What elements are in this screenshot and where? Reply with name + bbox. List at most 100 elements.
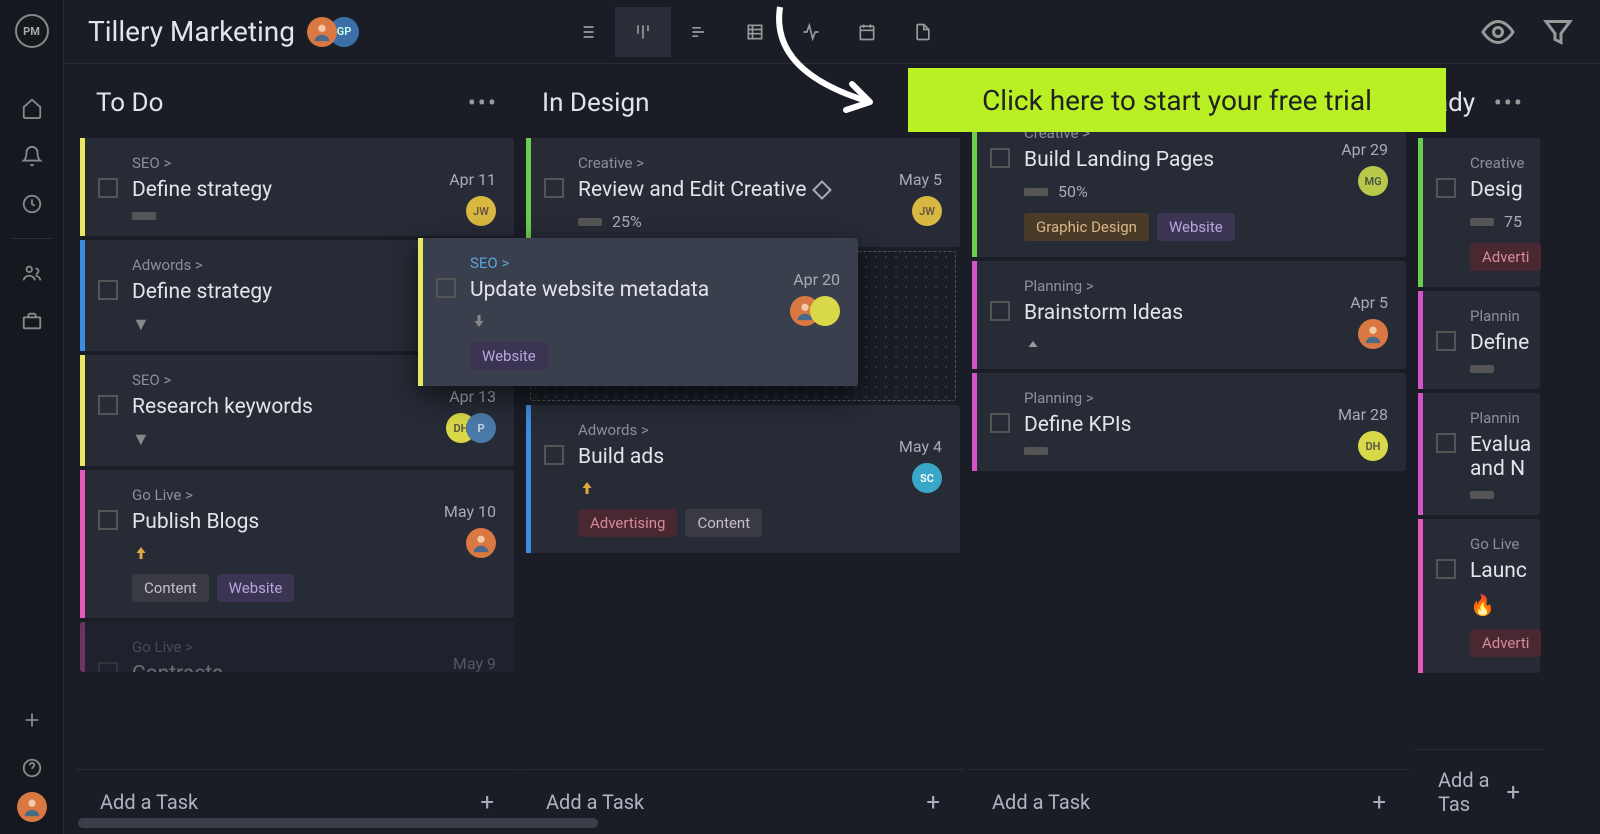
task-card[interactable]: Go Live > Contracts May 9	[80, 622, 514, 672]
checkbox[interactable]	[98, 280, 118, 300]
card-avatars: SC	[922, 463, 942, 493]
checkbox[interactable]	[544, 445, 564, 465]
view-activity-icon[interactable]	[783, 7, 839, 57]
card-title: Publish Blogs	[132, 510, 496, 534]
card-tags: Adverti	[1470, 243, 1522, 271]
task-card[interactable]: Plannin Evalua and N	[1418, 393, 1540, 515]
view-calendar-icon[interactable]	[839, 7, 895, 57]
card-date: Apr 20	[793, 270, 840, 289]
home-icon[interactable]	[0, 84, 64, 132]
add-task-button[interactable]: Add a Task+	[968, 769, 1410, 834]
progress-pct: 25%	[612, 212, 642, 231]
task-card[interactable]: Plannin Define	[1418, 291, 1540, 389]
checkbox[interactable]	[1436, 433, 1456, 453]
plus-icon: +	[1372, 788, 1386, 816]
cta-banner[interactable]: Click here to start your free trial	[908, 68, 1446, 132]
card-date: May 9	[453, 654, 496, 672]
tag: Advertising	[578, 509, 677, 537]
checkbox[interactable]	[990, 301, 1010, 321]
card-title: Update website metadata	[470, 278, 840, 302]
checkbox[interactable]	[990, 413, 1010, 433]
card-avatars: DHP	[456, 413, 496, 443]
horizontal-scrollbar[interactable]	[78, 818, 598, 828]
user-avatar[interactable]	[17, 792, 47, 822]
bell-icon[interactable]	[0, 132, 64, 180]
checkbox[interactable]	[98, 395, 118, 415]
help-icon[interactable]	[0, 744, 64, 792]
header-avatars[interactable]: GP	[315, 17, 359, 47]
card-tags: Advertising Content	[578, 509, 942, 537]
card-title: Evalua and N	[1470, 433, 1522, 481]
card-category: Plannin	[1470, 307, 1522, 325]
add-task-button[interactable]: Add a Tas+	[1414, 749, 1544, 834]
checkbox[interactable]	[990, 148, 1010, 168]
plus-icon[interactable]	[0, 696, 64, 744]
view-board-icon[interactable]	[615, 7, 671, 57]
checkbox[interactable]	[98, 510, 118, 530]
task-card[interactable]: Go Live Launc 🔥 Adverti	[1418, 519, 1540, 673]
progress-pct: 50%	[1058, 182, 1088, 201]
card-title: Launc	[1470, 559, 1522, 583]
checkbox[interactable]	[1436, 331, 1456, 351]
card-tags: Adverti	[1470, 629, 1522, 657]
task-card[interactable]: Go Live > Publish Blogs May 10 ContentWe…	[80, 470, 514, 618]
card-date: Apr 29	[1341, 140, 1388, 159]
card-category: Go Live >	[132, 638, 496, 656]
checkbox[interactable]	[544, 178, 564, 198]
checkbox[interactable]	[1436, 559, 1456, 579]
progress-pct: 75	[1504, 212, 1522, 231]
card-title: Desig	[1470, 178, 1522, 202]
checkbox[interactable]	[98, 662, 118, 672]
task-card[interactable]: Adwords > Build ads May 4 SC Advertising…	[526, 405, 960, 553]
tag: Content	[685, 509, 762, 537]
task-card[interactable]: Creative > Review and Edit Creative May …	[526, 138, 960, 247]
checkbox[interactable]	[436, 278, 456, 298]
card-title: Define KPIs	[1024, 413, 1388, 437]
app-logo[interactable]: PM	[15, 14, 49, 48]
priority-up-icon	[578, 479, 942, 497]
checkbox[interactable]	[1436, 178, 1456, 198]
card-avatars	[1368, 319, 1388, 349]
plus-icon: +	[926, 788, 940, 816]
card-avatars: JW	[476, 196, 496, 226]
card-category: Planning >	[1024, 277, 1388, 295]
task-card[interactable]: Planning > Define KPIs Mar 28 DH	[972, 373, 1406, 471]
card-tags: Graphic Design Website	[1024, 213, 1388, 241]
tag: Website	[1157, 213, 1235, 241]
view-gantt-icon[interactable]	[671, 7, 727, 57]
left-sidebar: PM	[0, 0, 64, 834]
task-card-dragging[interactable]: SEO > Update website metadata Apr 20 Web…	[418, 238, 858, 386]
column-title: To Do	[96, 88, 163, 118]
task-card[interactable]: SEO > Define strategy Apr 11 JW	[80, 138, 514, 236]
checkbox[interactable]	[98, 178, 118, 198]
card-date: May 10	[444, 502, 496, 521]
column-title: In Design	[542, 88, 649, 118]
task-card[interactable]: Planning > Brainstorm Ideas Apr 5	[972, 261, 1406, 369]
card-title: Build Landing Pages	[1024, 148, 1388, 172]
column-menu-icon[interactable]: •••	[1494, 89, 1524, 117]
kanban-column: To Do ••• SEO > Define strategy Apr 11 J…	[76, 88, 518, 834]
task-card[interactable]: Creative Desig 75 Adverti	[1418, 138, 1540, 287]
visibility-icon[interactable]	[1480, 14, 1516, 50]
card-category: Go Live >	[132, 486, 496, 504]
filter-icon[interactable]	[1540, 14, 1576, 50]
card-date: Apr 5	[1350, 293, 1388, 312]
tag: Adverti	[1470, 243, 1541, 271]
view-sheet-icon[interactable]	[727, 7, 783, 57]
tag: Graphic Design	[1024, 213, 1149, 241]
column-menu-icon[interactable]: •••	[468, 89, 498, 117]
chevron-down-icon: ▼	[132, 429, 496, 450]
card-title: Define strategy	[132, 178, 496, 202]
kanban-column: Creative > Build Landing Pages Apr 29 MG…	[968, 88, 1410, 834]
card-title: Research keywords	[132, 395, 496, 419]
briefcase-icon[interactable]	[0, 297, 64, 345]
card-category: Creative	[1470, 154, 1522, 172]
kanban-column: ady ••• Creative Desig 75 Adverti Planni…	[1414, 88, 1544, 834]
header: Tillery Marketing GP	[64, 0, 1600, 64]
view-file-icon[interactable]	[895, 7, 951, 57]
view-list-icon[interactable]	[559, 7, 615, 57]
card-date: Apr 13	[449, 387, 496, 406]
people-icon[interactable]	[0, 249, 64, 297]
clock-icon[interactable]	[0, 180, 64, 228]
priority-up-icon	[132, 544, 496, 562]
